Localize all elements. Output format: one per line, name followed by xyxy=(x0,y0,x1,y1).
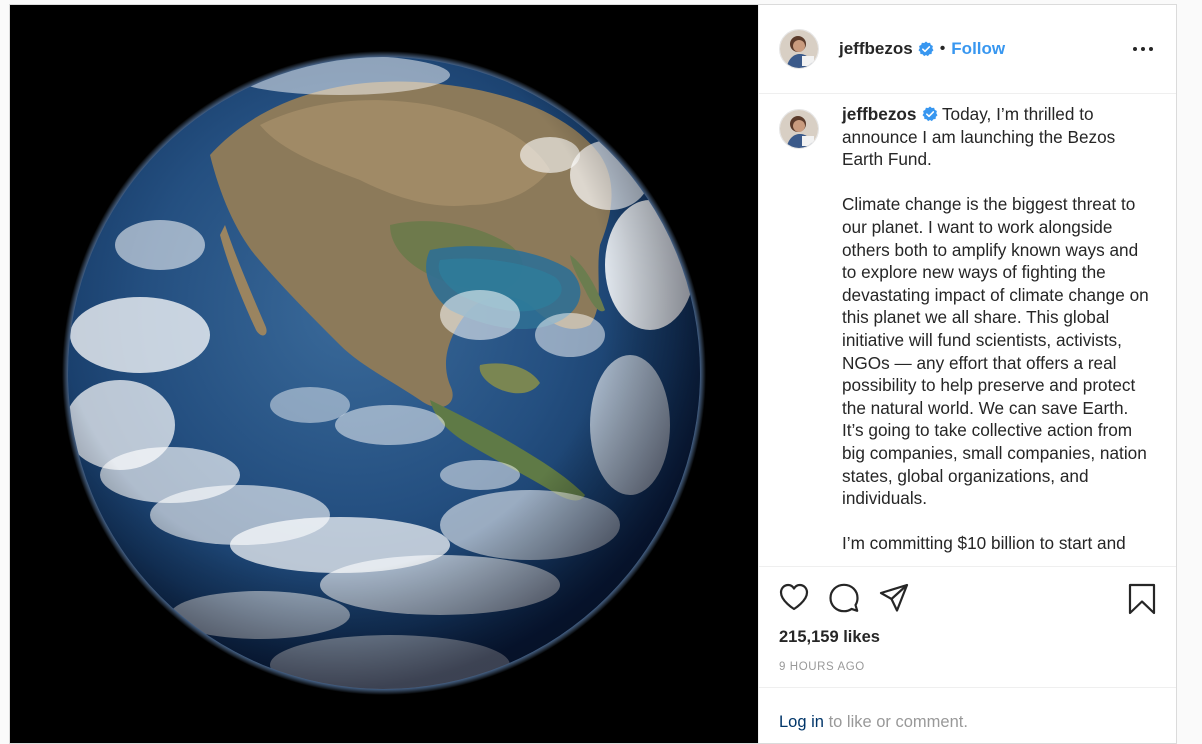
caption-paragraph-1: jeffbezos Today, I’m thrilled to announc… xyxy=(842,103,1152,171)
caption-username[interactable]: jeffbezos xyxy=(842,104,917,124)
caption-paragraph-3: I’m committing $10 billion to start and xyxy=(842,533,1126,554)
separator-dot: • xyxy=(939,40,946,57)
post-actions-section: 215,159 likes 9 HOURS AGO xyxy=(759,566,1176,687)
follow-button[interactable]: Follow xyxy=(951,39,1005,59)
caption-row: jeffbezos Today, I’m thrilled to announc… xyxy=(779,103,1156,565)
heart-icon[interactable] xyxy=(779,583,809,611)
send-paper-plane-icon[interactable] xyxy=(879,583,909,613)
avatar-image xyxy=(780,30,818,68)
post-header: jeffbezos • Follow xyxy=(759,5,1176,94)
verified-badge-icon xyxy=(918,41,934,57)
action-icons-row xyxy=(779,583,1156,617)
post-timestamp[interactable]: 9 HOURS AGO xyxy=(779,661,865,673)
login-prompt-section: Log in to like or comment. xyxy=(759,687,1176,743)
avatar-image xyxy=(780,110,818,148)
caption-scroll-area[interactable]: jeffbezos Today, I’m thrilled to announc… xyxy=(759,95,1176,565)
post-side-panel: jeffbezos • Follow jeffbezos Today, I’m … xyxy=(758,5,1176,743)
caption-avatar[interactable] xyxy=(779,109,819,149)
login-prompt: Log in to like or comment. xyxy=(779,713,968,732)
comment-bubble-icon[interactable] xyxy=(829,583,859,613)
avatar[interactable] xyxy=(779,29,819,69)
like-count[interactable]: 215,159 likes xyxy=(779,628,880,647)
earth-globe-illustration xyxy=(10,5,758,743)
instagram-post: jeffbezos • Follow jeffbezos Today, I’m … xyxy=(9,4,1177,744)
login-prompt-text: to like or comment. xyxy=(828,713,968,731)
more-options-icon[interactable] xyxy=(1132,39,1154,59)
verified-badge-icon xyxy=(922,106,937,122)
login-link[interactable]: Log in xyxy=(779,713,824,731)
caption-text: jeffbezos Today, I’m thrilled to announc… xyxy=(842,103,1152,565)
bookmark-icon[interactable] xyxy=(1128,583,1156,615)
caption-paragraph-2: Climate change is the biggest threat to … xyxy=(842,194,1149,509)
header-username[interactable]: jeffbezos xyxy=(839,39,913,59)
post-image-earth[interactable] xyxy=(10,5,758,743)
